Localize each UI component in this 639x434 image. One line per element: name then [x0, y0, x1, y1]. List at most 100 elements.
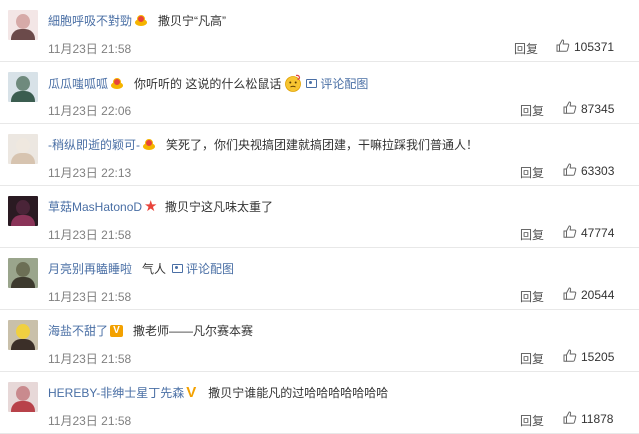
comment-line: 草菇MasHatonoD ★ 撒贝宁这凡味太重了 [48, 198, 273, 215]
comment-item: -稍纵即逝的颖可- 笑死了，你们央视搞团建就搞团建，干嘛拉踩我们普通人！ 11月23… [0, 124, 639, 186]
avatar[interactable] [8, 10, 38, 40]
crown-badge-icon [134, 14, 148, 27]
comment-line: 海盐不甜了 V 撒老师——凡尔赛本赛 [48, 322, 253, 339]
timestamp: 11月23日 22:13 [48, 166, 132, 180]
comment-line: 瓜瓜嗤呱呱 你听听的 这说的什么松鼠话 评论配图 [48, 74, 368, 92]
avatar-body [11, 339, 35, 350]
like-button[interactable]: 87345 [563, 101, 614, 117]
crown-badge-icon [142, 138, 156, 151]
star-badge-icon: ★ [144, 198, 158, 215]
like-count: 105371 [574, 40, 615, 54]
avatar-body [11, 153, 35, 164]
avatar-head [16, 138, 30, 153]
avatar-body [11, 91, 35, 102]
timestamp: 11月23日 22:06 [48, 104, 132, 118]
comment-text: 你听听的 这说的什么松鼠话 [134, 76, 282, 91]
like-button[interactable]: 20544 [563, 287, 614, 303]
comment-item: 瓜瓜嗤呱呱 你听听的 这说的什么松鼠话 评论配图 11月23日 22:06 回复 8734… [0, 62, 639, 124]
comment-text: 撒贝宁这凡味太重了 [165, 200, 274, 214]
avatar[interactable] [8, 382, 38, 412]
like-count: 47774 [581, 226, 615, 240]
picture-icon [172, 264, 184, 273]
reply-button[interactable]: 回复 [520, 226, 544, 243]
like-count: 87345 [581, 102, 615, 116]
like-button[interactable]: 15205 [563, 349, 614, 365]
comment-image-link[interactable]: 评论配图 [172, 260, 234, 277]
like-count: 15205 [581, 350, 615, 364]
thumbs-up-icon [563, 163, 581, 179]
comment-list: 細胞呼吸不對勁 撒贝宁“凡高” 11月23日 21:58 回复 105371 瓜瓜嗤呱呱 你… [0, 0, 639, 434]
like-count: 20544 [581, 288, 615, 302]
comment-line: 細胞呼吸不對勁 撒贝宁“凡高” [48, 12, 226, 29]
username-link[interactable]: 瓜瓜嗤呱呱 [48, 75, 108, 92]
username-link[interactable]: 草菇MasHatonoD [48, 198, 142, 215]
comment-line: HEREBY-非绅士星丁先森 V 撒贝宁谁能凡的过哈哈哈哈哈哈哈 [48, 384, 388, 401]
like-count: 11878 [581, 412, 614, 426]
comment-text: 笑死了，你们央视搞团建就搞团建，干嘛拉踩我们普通人！ [166, 138, 479, 152]
reply-button[interactable]: 回复 [514, 40, 538, 57]
reply-button[interactable]: 回复 [520, 164, 544, 181]
comment-item: 草菇MasHatonoD ★ 撒贝宁这凡味太重了 11月23日 21:58 回复 4777… [0, 186, 639, 248]
username-link[interactable]: 細胞呼吸不對勁 [48, 12, 132, 29]
comment-item: 細胞呼吸不對勁 撒贝宁“凡高” 11月23日 21:58 回复 105371 [0, 0, 639, 62]
timestamp: 11月23日 21:58 [48, 352, 132, 366]
avatar-body [11, 401, 35, 412]
reply-button[interactable]: 回复 [520, 412, 544, 429]
username-link[interactable]: -稍纵即逝的颖可- [48, 136, 140, 153]
avatar[interactable] [8, 320, 38, 350]
thumbs-up-icon [563, 349, 581, 365]
comment-text: 撒贝宁“凡高” [158, 14, 227, 28]
comment-line: 月亮别再瞌睡啦 气人 评论配图 [48, 260, 234, 277]
comment-text: 撒老师——凡尔赛本赛 [133, 324, 254, 338]
comment-text: 撒贝宁谁能凡的过哈哈哈哈哈哈哈 [208, 386, 389, 400]
thumbs-up-icon [563, 411, 581, 427]
comment-image-label: 评论配图 [320, 76, 369, 91]
verified-v-icon: V [186, 384, 197, 401]
thinking-emoji [284, 74, 302, 92]
picture-icon [306, 78, 318, 88]
timestamp: 11月23日 21:58 [48, 228, 132, 242]
thumbs-up-icon [563, 287, 581, 303]
reply-button[interactable]: 回复 [520, 350, 544, 367]
reply-button[interactable]: 回复 [520, 102, 544, 119]
like-count: 63303 [581, 164, 615, 178]
like-button[interactable]: 11878 [563, 411, 613, 427]
avatar[interactable] [8, 134, 38, 164]
crown-badge-icon [110, 77, 124, 90]
thumbs-up-icon [563, 225, 581, 241]
comment-text: 气人 [142, 262, 167, 276]
username-link[interactable]: 月亮别再瞌睡啦 [48, 260, 132, 277]
crown-gem [113, 77, 122, 86]
timestamp: 11月23日 21:58 [48, 414, 132, 428]
reply-button[interactable]: 回复 [520, 288, 544, 305]
avatar[interactable] [8, 196, 38, 226]
avatar[interactable] [8, 258, 38, 288]
avatar-body [11, 29, 35, 40]
crown-gem [137, 15, 146, 23]
avatar-head [16, 386, 30, 401]
thumbs-up-icon [556, 39, 574, 55]
avatar-head [16, 14, 30, 29]
username-link[interactable]: 海盐不甜了 [48, 322, 108, 339]
timestamp: 11月23日 21:58 [48, 290, 132, 304]
comment-image-label: 评论配图 [186, 262, 235, 276]
like-button[interactable]: 105371 [556, 39, 614, 55]
comment-item: HEREBY-非绅士星丁先森 V 撒贝宁谁能凡的过哈哈哈哈哈哈哈 11月23日 21:… [0, 372, 639, 434]
timestamp: 11月23日 21:58 [48, 42, 132, 56]
like-button[interactable]: 47774 [563, 225, 614, 241]
username-link[interactable]: HEREBY-非绅士星丁先森 [48, 384, 184, 401]
like-button[interactable]: 63303 [563, 163, 614, 179]
vip-badge-icon: V [110, 324, 124, 337]
avatar-head [16, 262, 30, 277]
crown-gem [145, 139, 153, 147]
avatar-body [11, 215, 35, 226]
thumbs-up-icon [563, 101, 581, 117]
comment-item: 月亮别再瞌睡啦 气人 评论配图 11月23日 21:58 回复 20544 [0, 248, 639, 310]
comment-line: -稍纵即逝的颖可- 笑死了，你们央视搞团建就搞团建，干嘛拉踩我们普通人！ [48, 136, 478, 153]
avatar-head [16, 324, 30, 339]
avatar-body [11, 277, 35, 288]
avatar[interactable] [8, 72, 38, 102]
comment-item: 海盐不甜了 V 撒老师——凡尔赛本赛 11月23日 21:58 回复 15205 [0, 310, 639, 372]
comment-image-link[interactable]: 评论配图 [306, 75, 368, 92]
avatar-head [16, 200, 30, 215]
